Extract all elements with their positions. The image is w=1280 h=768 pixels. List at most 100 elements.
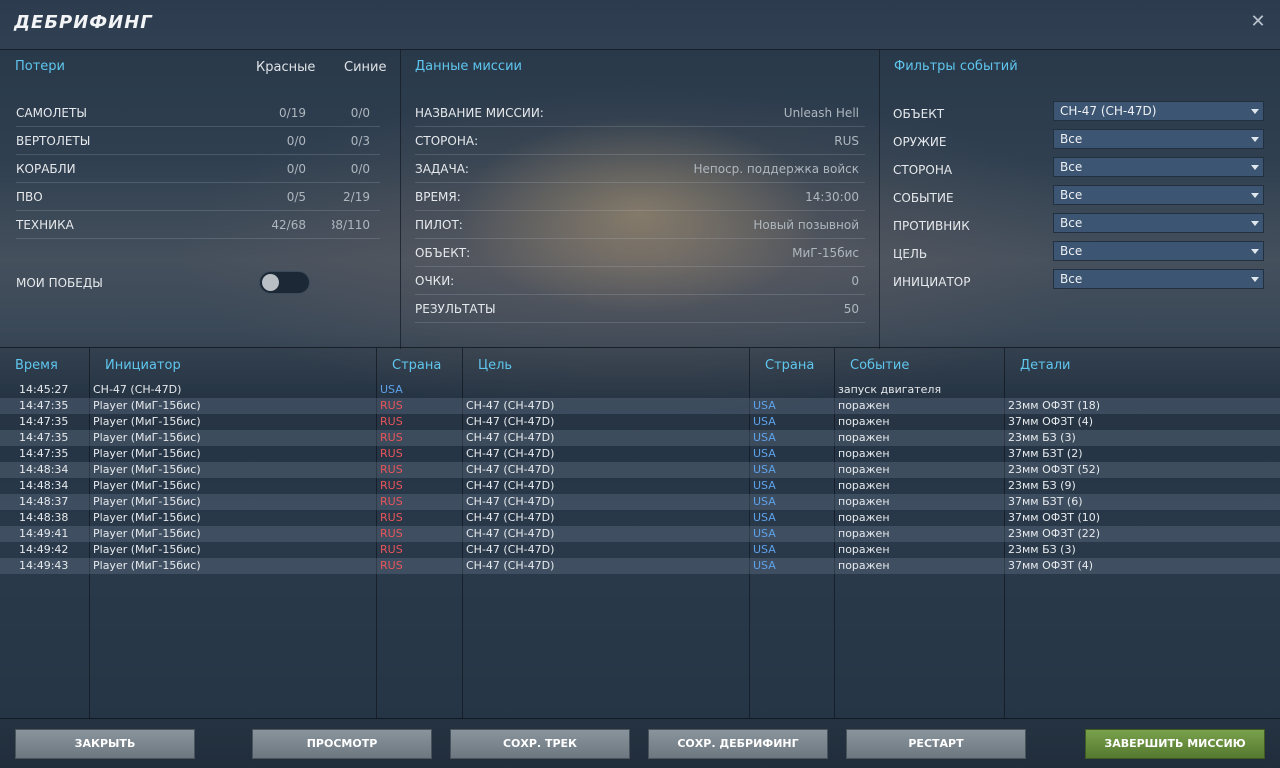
filter-side-select[interactable]: Все: [1053, 157, 1264, 177]
event-details: 37мм ОФЗТ (4): [1008, 415, 1094, 428]
chevron-down-icon: [1251, 221, 1259, 226]
losses-row-red: 0/19: [279, 106, 306, 120]
filter-object-select[interactable]: CH-47 (CH-47D): [1053, 101, 1264, 121]
table-row[interactable]: 14:49:42 Player (МиГ-15бис) RUS CH-47 (CH-4…: [0, 542, 1280, 558]
losses-row: КОРАБЛИ 0/0 0/0: [16, 155, 380, 183]
column-header-target-country[interactable]: Страна: [765, 358, 814, 373]
event-time: 14:47:35: [19, 447, 69, 460]
event-target: CH-47 (CH-47D): [466, 463, 555, 476]
filter-value: Все: [1060, 160, 1083, 174]
event-time: 14:48:38: [19, 511, 69, 524]
filter-weapon-select[interactable]: Все: [1053, 129, 1264, 149]
filter-value: Все: [1060, 188, 1083, 202]
restart-button[interactable]: РЕСТАРТ: [846, 729, 1026, 759]
save-track-button[interactable]: СОХР. ТРЕК: [450, 729, 630, 759]
footer-bar: ЗАКРЫТЬ ПРОСМОТР СОХР. ТРЕК СОХР. ДЕБРИФ…: [0, 718, 1280, 768]
table-row[interactable]: 14:47:35 Player (МиГ-15бис) RUS CH-47 (CH-4…: [0, 430, 1280, 446]
filter-row: ЦЕЛЬ Все: [893, 240, 1265, 268]
event-target: CH-47 (CH-47D): [466, 431, 555, 444]
table-row[interactable]: 14:48:34 Player (МиГ-15бис) RUS CH-47 (CH-4…: [0, 478, 1280, 494]
mission-row: ВРЕМЯ: 14:30:00: [415, 183, 865, 211]
losses-row-blue: 2/19: [343, 190, 370, 204]
column-header-time[interactable]: Время: [15, 358, 58, 373]
event-target-country: USA: [753, 399, 776, 412]
debriefing-window: ДЕБРИФИНГ ✕ Потери Красные Синие САМОЛЕТ…: [0, 0, 1280, 768]
mission-row: ЗАДАЧА: Непоср. поддержка войск: [415, 155, 865, 183]
event-initiator-country: RUS: [380, 447, 403, 460]
table-row[interactable]: 14:49:41 Player (МиГ-15бис) RUS CH-47 (CH-4…: [0, 526, 1280, 542]
event-time: 14:48:34: [19, 479, 69, 492]
filter-event-select[interactable]: Все: [1053, 185, 1264, 205]
event-initiator: Player (МиГ-15бис): [93, 463, 201, 476]
event-target: CH-47 (CH-47D): [466, 559, 555, 572]
event-initiator: Player (МиГ-15бис): [93, 527, 201, 540]
table-row[interactable]: 14:48:37 Player (МиГ-15бис) RUS CH-47 (CH-4…: [0, 494, 1280, 510]
filter-row: ОБЪЕКТ CH-47 (CH-47D): [893, 100, 1265, 128]
events-table: Время Инициатор Страна Цель Страна Событ…: [0, 348, 1280, 718]
my-wins-toggle[interactable]: [259, 271, 310, 294]
event-target: CH-47 (CH-47D): [466, 495, 555, 508]
filter-enemy-select[interactable]: Все: [1053, 213, 1264, 233]
summary-panels: Потери Красные Синие САМОЛЕТЫ 0/19 0/0 В…: [0, 49, 1280, 349]
view-button[interactable]: ПРОСМОТР: [252, 729, 432, 759]
table-row[interactable]: 14:47:35 Player (МиГ-15бис) RUS CH-47 (CH-4…: [0, 446, 1280, 462]
table-row[interactable]: 14:47:35 Player (МиГ-15бис) RUS CH-47 (CH-4…: [0, 398, 1280, 414]
event-type: поражен: [838, 559, 890, 572]
filter-target-select[interactable]: Все: [1053, 241, 1264, 261]
event-initiator: Player (МиГ-15бис): [93, 543, 201, 556]
event-initiator-country: RUS: [380, 479, 403, 492]
event-initiator: Player (МиГ-15бис): [93, 495, 201, 508]
finish-mission-button[interactable]: ЗАВЕРШИТЬ МИССИЮ: [1085, 729, 1265, 759]
mission-row: НАЗВАНИЕ МИССИИ: Unleash Hell: [415, 99, 865, 127]
mission-row: ОБЪЕКТ: МиГ-15бис: [415, 239, 865, 267]
losses-row-label: ТЕХНИКА: [16, 218, 74, 232]
my-wins-label: МОИ ПОБЕДЫ: [16, 276, 103, 290]
close-icon[interactable]: ✕: [1250, 13, 1266, 31]
mission-row-value: МиГ-15бис: [792, 246, 859, 260]
table-row[interactable]: 14:48:34 Player (МиГ-15бис) RUS CH-47 (CH-4…: [0, 462, 1280, 478]
close-button[interactable]: ЗАКРЫТЬ: [15, 729, 195, 759]
event-details: 23мм ОФЗТ (18): [1008, 399, 1101, 412]
losses-row-red: 0/0: [286, 162, 306, 176]
event-initiator-country: RUS: [380, 399, 403, 412]
table-row[interactable]: 14:48:38 Player (МиГ-15бис) RUS CH-47 (CH-4…: [0, 510, 1280, 526]
filter-label: ПРОТИВНИК: [893, 219, 970, 233]
event-initiator: Player (МиГ-15бис): [93, 479, 201, 492]
losses-col-blue: Синие: [344, 60, 387, 75]
save-debriefing-button[interactable]: СОХР. ДЕБРИФИНГ: [648, 729, 828, 759]
event-type: поражен: [838, 415, 890, 428]
mission-row-label: ПИЛОТ:: [415, 218, 463, 232]
chevron-down-icon: [1251, 277, 1259, 282]
event-time: 14:48:37: [19, 495, 69, 508]
losses-row-label: ПВО: [16, 190, 43, 204]
event-initiator: Player (МиГ-15бис): [93, 447, 201, 460]
filter-row: СОБЫТИЕ Все: [893, 184, 1265, 212]
filter-row: ОРУЖИЕ Все: [893, 128, 1265, 156]
mission-row-label: СТОРОНА:: [415, 134, 479, 148]
event-initiator-country: RUS: [380, 543, 403, 556]
column-header-event[interactable]: Событие: [850, 358, 909, 373]
losses-row-blue: 0/3: [350, 134, 370, 148]
column-header-details[interactable]: Детали: [1020, 358, 1070, 373]
column-header-target[interactable]: Цель: [478, 358, 512, 373]
mission-row-value: Unleash Hell: [783, 106, 859, 120]
chevron-down-icon: [1251, 109, 1259, 114]
event-initiator: Player (МиГ-15бис): [93, 431, 201, 444]
filter-label: ОРУЖИЕ: [893, 135, 947, 149]
mission-row-value: 14:30:00: [805, 190, 859, 204]
column-header-initiator[interactable]: Инициатор: [105, 358, 181, 373]
event-initiator-country: RUS: [380, 527, 403, 540]
table-row[interactable]: 14:45:27 CH-47 (CH-47D) USA запуск двигател…: [0, 382, 1280, 398]
table-row[interactable]: 14:47:35 Player (МиГ-15бис) RUS CH-47 (CH-4…: [0, 414, 1280, 430]
losses-row-blue: 0/0: [350, 106, 370, 120]
event-details: 23мм БЗ (3): [1008, 431, 1076, 444]
event-initiator: Player (МиГ-15бис): [93, 559, 201, 572]
filter-initiator-select[interactable]: Все: [1053, 269, 1264, 289]
event-type: поражен: [838, 431, 890, 444]
event-type: поражен: [838, 447, 890, 460]
column-header-country[interactable]: Страна: [392, 358, 441, 373]
table-row[interactable]: 14:49:43 Player (МиГ-15бис) RUS CH-47 (CH-4…: [0, 558, 1280, 574]
losses-row: ПВО 0/5 2/19: [16, 183, 380, 211]
losses-row-red: 42/68: [271, 218, 306, 232]
event-target: CH-47 (CH-47D): [466, 527, 555, 540]
